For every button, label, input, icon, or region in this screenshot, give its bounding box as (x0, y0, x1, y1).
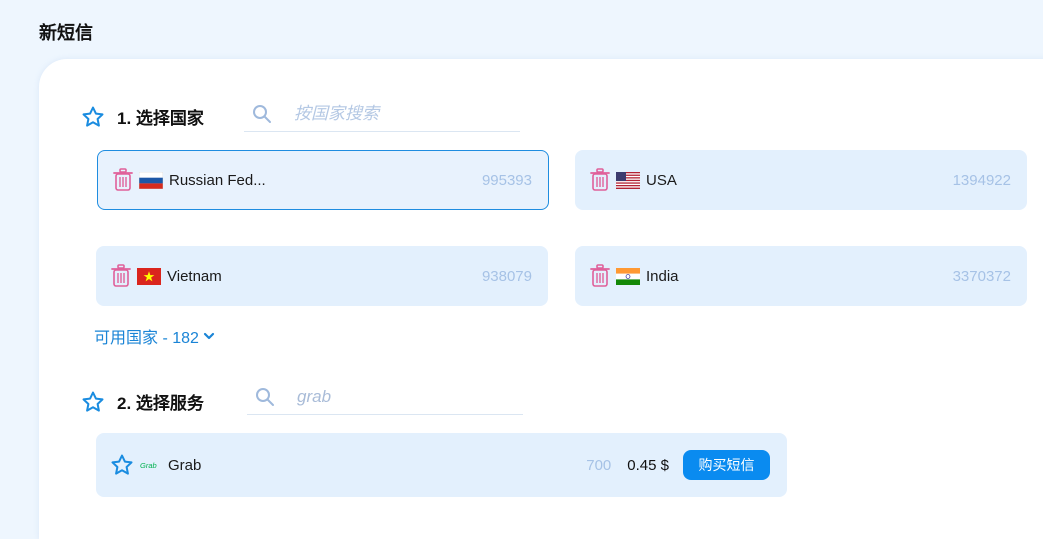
country-name: USA (646, 171, 677, 189)
trash-icon[interactable] (113, 168, 133, 192)
trash-icon[interactable] (590, 168, 610, 192)
service-count: 700 (586, 456, 612, 474)
search-icon (253, 105, 271, 123)
step1-title: 1. 选择国家 (117, 109, 204, 128)
country-card-vietnam[interactable]: Vietnam 938079 (96, 246, 548, 306)
service-price: 0.45 $ (627, 456, 669, 474)
favorite-star-icon[interactable] (81, 390, 105, 414)
step2-title: 2. 选择服务 (117, 394, 204, 413)
country-search (244, 97, 520, 132)
service-search (247, 380, 523, 415)
grab-logo-text: Grab (140, 461, 157, 470)
buy-sms-button[interactable]: 购买短信 (683, 450, 770, 480)
country-count: 1394922 (952, 171, 1011, 189)
country-count: 938079 (481, 267, 532, 285)
country-search-input[interactable] (292, 103, 506, 125)
country-name: India (646, 267, 679, 285)
country-name: Russian Fed... (169, 171, 266, 189)
vietnam-flag-icon (137, 267, 161, 285)
country-card-usa[interactable]: USA 1394922 (575, 150, 1027, 210)
service-name: Grab (168, 456, 202, 474)
country-card-russia[interactable]: Russian Fed... 995393 (97, 150, 549, 210)
search-icon (256, 388, 274, 406)
country-count: 3370372 (952, 267, 1011, 285)
step2-header: 2. 选择服务 (81, 389, 204, 414)
country-card-india[interactable]: India 3370372 (575, 246, 1027, 306)
available-countries-label: 可用国家 - 182 (94, 330, 199, 347)
trash-icon[interactable] (111, 264, 131, 288)
available-countries-toggle[interactable]: 可用国家 - 182 (94, 324, 215, 348)
favorite-star-icon[interactable] (81, 105, 105, 129)
country-count: 995393 (481, 171, 532, 189)
india-flag-icon (616, 267, 640, 285)
service-search-input[interactable] (295, 386, 509, 408)
grab-logo: Grab (140, 461, 157, 470)
trash-icon[interactable] (590, 264, 610, 288)
russia-flag-icon (139, 171, 163, 189)
favorite-star-icon[interactable] (110, 453, 134, 477)
service-row-grab[interactable]: Grab Grab 700 0.45 $ 购买短信 (96, 433, 787, 497)
step1-header: 1. 选择国家 (81, 104, 204, 129)
country-name: Vietnam (167, 267, 222, 285)
chevron-down-icon (203, 332, 215, 340)
page-title: 新短信 (39, 23, 93, 43)
usa-flag-icon (616, 171, 640, 189)
